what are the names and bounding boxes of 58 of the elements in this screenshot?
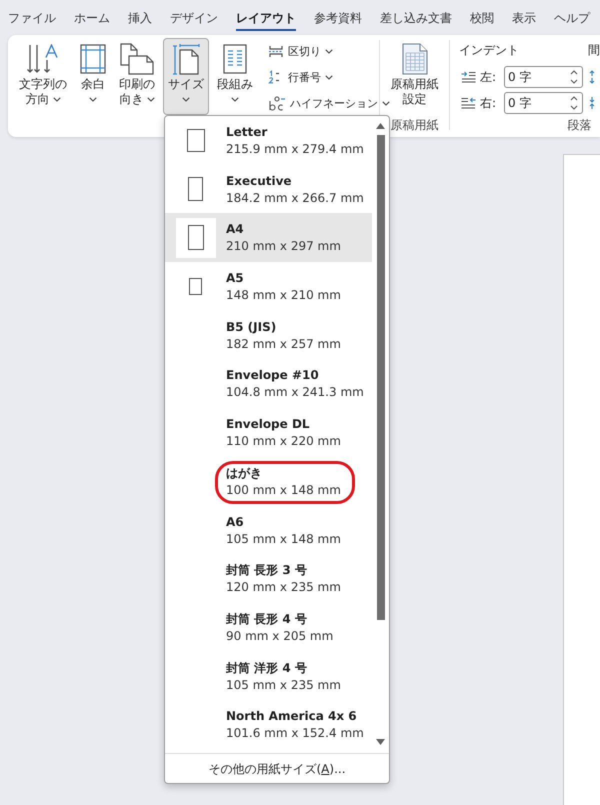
- columns-icon: [223, 44, 247, 74]
- menu-tab[interactable]: 表示: [512, 0, 536, 31]
- spacing-before-icon: [588, 70, 596, 84]
- group-label: 原稿用紙: [390, 117, 438, 133]
- breaks-icon: [268, 44, 284, 58]
- paper-size-option[interactable]: 封筒 洋形 4 号 105 mm x 235 mm: [165, 652, 372, 700]
- manuscript-paper-icon: [402, 43, 428, 75]
- ribbon-button[interactable]: 印刷の 向き: [114, 38, 160, 115]
- paper-size-option[interactable]: Letter 215.9 mm x 279.4 mm: [165, 116, 372, 165]
- paper-size-option[interactable]: North America 4x 6 101.6 mm x 152.4 mm: [165, 700, 372, 749]
- orientation-icon: [120, 43, 154, 75]
- indent-label: インデント: [459, 42, 519, 58]
- page-icon: [189, 278, 202, 295]
- scroll-down-icon[interactable]: [376, 739, 385, 745]
- indent-field[interactable]: 0 字: [504, 92, 583, 114]
- page-icon: [186, 128, 204, 152]
- ribbon-button[interactable]: 段組み: [212, 38, 258, 115]
- paper-size-option[interactable]: Envelope DL 110 mm x 220 mm: [165, 408, 372, 457]
- scroll-up-icon[interactable]: [376, 123, 385, 129]
- hyphenation-icon: [268, 95, 286, 111]
- menu-tab[interactable]: ファイル: [8, 0, 56, 31]
- paper-size-option[interactable]: Envelope #10 104.8 mm x 241.3 mm: [165, 359, 372, 408]
- menu-tab[interactable]: 校閲: [470, 0, 494, 31]
- paper-size-option[interactable]: 封筒 長形 3 号 120 mm x 235 mm: [165, 554, 372, 603]
- paper-size-option[interactable]: はがき 100 mm x 148 mm: [165, 456, 372, 506]
- ribbon-button[interactable]: 余白: [75, 38, 111, 115]
- page-icon: [176, 218, 216, 258]
- spacing-after-icon: [588, 96, 596, 110]
- indent-right-icon: [461, 97, 476, 109]
- page-size-icon: [172, 43, 200, 75]
- paper-size-option[interactable]: 封筒 長形 4 号 90 mm x 205 mm: [165, 602, 372, 652]
- spacing-label: 間: [588, 42, 600, 58]
- paper-size-option[interactable]: B5 (JIS) 182 mm x 257 mm: [165, 310, 372, 360]
- spinner-icon[interactable]: [570, 95, 578, 111]
- page-icon: [188, 177, 203, 202]
- text-direction-icon: [26, 44, 60, 74]
- ribbon-button[interactable]: サイズ: [163, 38, 209, 115]
- more-paper-sizes-link[interactable]: その他の用紙サイズ(A)...: [208, 760, 346, 776]
- paper-size-option[interactable]: A5 148 mm x 210 mm: [165, 262, 372, 311]
- paper-size-option[interactable]: A4 210 mm x 297 mm: [165, 213, 372, 262]
- paper-size-option[interactable]: Executive 184.2 mm x 266.7 mm: [165, 164, 372, 214]
- menu-tab[interactable]: 挿入: [128, 0, 152, 31]
- indent-side-label: 右:: [480, 94, 496, 112]
- menu-tab[interactable]: ホーム: [74, 0, 110, 31]
- group-label: 段落: [568, 117, 592, 133]
- menu-tab[interactable]: 差し込み文書: [380, 0, 452, 31]
- indent-side-label: 左:: [480, 68, 496, 86]
- ribbon-button[interactable]: 文字列の 方向: [14, 38, 72, 115]
- indent-left-icon: [461, 71, 476, 83]
- menu-tab[interactable]: デザイン: [170, 0, 218, 31]
- paper-size-option[interactable]: A6 105 mm x 148 mm: [165, 506, 372, 554]
- menu-tab[interactable]: 参考資料: [314, 0, 362, 31]
- menu-tab[interactable]: ヘルプ: [554, 0, 590, 31]
- margins-icon: [80, 44, 106, 74]
- menu-tab[interactable]: レイアウト: [236, 0, 296, 31]
- indent-field[interactable]: 0 字: [504, 66, 583, 88]
- scrollbar-thumb[interactable]: [376, 135, 384, 620]
- spinner-icon[interactable]: [570, 69, 578, 85]
